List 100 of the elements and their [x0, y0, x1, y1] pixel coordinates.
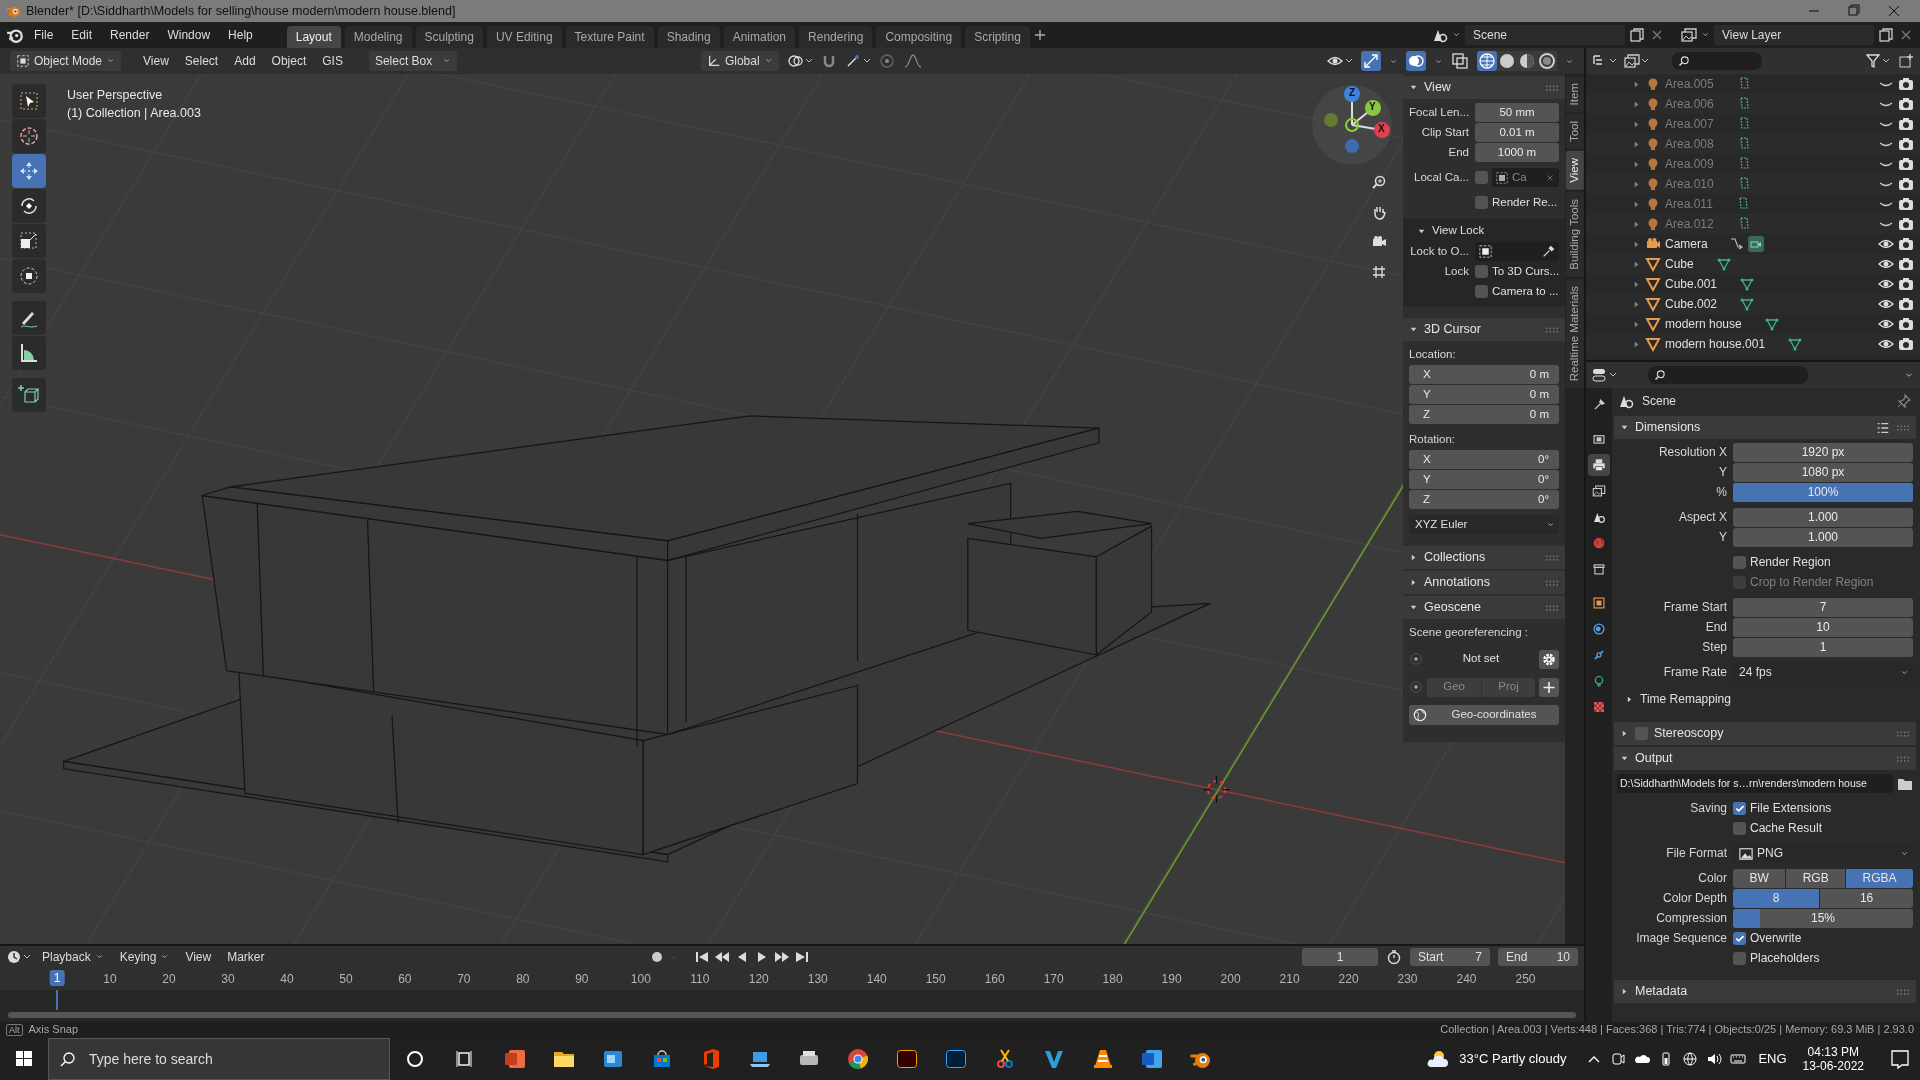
workspace-tab[interactable]: Scripting — [965, 25, 1030, 48]
menu-item[interactable]: GIS — [316, 50, 349, 72]
pin-icon[interactable] — [1896, 393, 1912, 409]
scrollbar[interactable] — [8, 1012, 1576, 1018]
option-button[interactable]: RGBA — [1846, 869, 1913, 888]
checkbox[interactable] — [1475, 196, 1488, 209]
rotate-tool-icon[interactable] — [12, 189, 46, 223]
add-button[interactable] — [1539, 677, 1559, 697]
menu-item[interactable]: Keying — [113, 946, 176, 968]
proportional-edit-icon[interactable] — [878, 53, 895, 69]
camera-data-icon[interactable] — [1747, 236, 1764, 252]
object-name[interactable]: Area.011 — [1665, 196, 1713, 212]
expand-arrow-icon[interactable] — [1620, 987, 1629, 996]
option-button[interactable]: 8 — [1733, 889, 1820, 908]
coordinate-field[interactable]: Y 0 m — [1409, 385, 1559, 404]
camera-icon[interactable] — [1898, 76, 1914, 92]
photo-app-icon[interactable] — [943, 1047, 968, 1071]
checkbox[interactable] — [1733, 822, 1746, 835]
list-icon[interactable] — [1876, 420, 1890, 435]
coordinate-field[interactable]: Z 0° — [1409, 490, 1559, 509]
mode-dropdown[interactable]: Object Mode — [10, 50, 122, 72]
option-button[interactable]: 16 — [1820, 889, 1913, 908]
checkbox-label[interactable]: To 3D Curs... — [1492, 264, 1560, 279]
camera-icon[interactable] — [1898, 216, 1914, 232]
camera-icon[interactable] — [1898, 136, 1914, 152]
checkbox-label[interactable]: Cache Result — [1750, 821, 1823, 836]
camera-icon[interactable] — [1898, 196, 1914, 212]
radio-label[interactable]: Not set — [1427, 652, 1535, 666]
object-name[interactable]: Area.012 — [1665, 216, 1714, 232]
workspace-tab[interactable]: Shading — [657, 25, 720, 48]
xray-icon[interactable] — [1451, 52, 1469, 70]
expand-arrow-icon[interactable] — [1409, 83, 1418, 92]
ruler-icon[interactable] — [12, 336, 46, 370]
panel-header[interactable]: Stereoscopy — [1614, 722, 1916, 745]
wireframe-shading-icon[interactable] — [1477, 51, 1497, 71]
action-button[interactable]: Geo-coordinates — [1409, 705, 1559, 725]
expand-arrow-icon[interactable] — [1409, 578, 1418, 587]
menu-item[interactable]: Playback — [36, 946, 110, 968]
panel-header[interactable]: 3D Cursor — [1403, 318, 1565, 341]
search-field[interactable]: Type here to search — [48, 1038, 390, 1080]
camera-icon[interactable] — [1898, 96, 1914, 112]
number-field[interactable]: 1.000 — [1733, 508, 1913, 527]
number-field[interactable]: 1 — [1733, 638, 1913, 657]
next-keyframe-icon[interactable] — [773, 949, 790, 965]
panel-header[interactable]: Geoscene — [1403, 596, 1565, 619]
copy-icon[interactable] — [1878, 27, 1894, 43]
expand-arrow-icon[interactable] — [1620, 754, 1629, 763]
panel-header[interactable]: Collections — [1403, 546, 1565, 569]
chevron-icon[interactable] — [1900, 849, 1909, 858]
expand-arrow-icon[interactable] — [1620, 729, 1629, 738]
scene-field[interactable]: Scene — [1465, 24, 1625, 46]
path-field[interactable]: D:\Siddharth\Models for s…rn\renders\modern house — [1617, 774, 1893, 793]
object-name[interactable]: modern house.001 — [1665, 336, 1766, 352]
dropdown[interactable]: XYZ Euler — [1409, 515, 1559, 534]
checkbox[interactable] — [1475, 285, 1488, 298]
checkbox[interactable] — [1475, 171, 1488, 184]
object-name[interactable]: Area.010 — [1665, 176, 1714, 192]
number-field[interactable]: 0.01 m — [1475, 123, 1559, 142]
menu-item[interactable]: View — [179, 946, 218, 968]
menu-item[interactable]: Window — [159, 24, 219, 46]
view-layer-field[interactable]: View Layer — [1714, 24, 1874, 46]
radio-button[interactable] — [1409, 652, 1423, 666]
camera-icon[interactable] — [1898, 176, 1914, 192]
object-name[interactable]: Area.008 — [1665, 136, 1714, 152]
browser-icon[interactable] — [845, 1047, 870, 1071]
object-mode-icon[interactable] — [16, 54, 30, 68]
expand-arrow-icon[interactable] — [1409, 603, 1418, 612]
select-box-tool-icon[interactable] — [12, 84, 46, 118]
transform-tool-icon[interactable] — [12, 259, 46, 293]
camera-icon[interactable] — [1898, 276, 1914, 292]
coordinate-field[interactable]: Y 0° — [1409, 470, 1559, 489]
mesh-data-icon[interactable] — [1763, 316, 1780, 332]
move-tool-icon[interactable] — [12, 154, 46, 188]
copy-icon[interactable] — [1629, 27, 1645, 43]
sidebar-tab[interactable]: Building Tools — [1565, 192, 1584, 277]
jump-start-icon[interactable] — [693, 949, 710, 965]
mesh-object-icon[interactable] — [1645, 256, 1661, 272]
clock-time[interactable]: 04:13 PM — [1807, 1044, 1859, 1059]
mesh-object-icon[interactable] — [1645, 296, 1661, 312]
checkbox[interactable] — [1733, 952, 1746, 965]
option-button[interactable]: RGB — [1786, 869, 1846, 888]
object-name[interactable]: modern house — [1665, 316, 1742, 332]
slider[interactable]: 100% — [1733, 483, 1913, 502]
chevron-icon[interactable] — [1900, 668, 1909, 677]
object-name[interactable]: Cube.002 — [1665, 296, 1718, 312]
mesh-object-icon[interactable] — [1645, 316, 1661, 332]
panel-header[interactable]: Output — [1614, 747, 1916, 770]
camera-icon[interactable] — [1898, 336, 1914, 352]
camera-icon[interactable] — [1898, 156, 1914, 172]
eyedropper-icon[interactable] — [1542, 245, 1555, 258]
workspace-tab[interactable]: UV Editing — [486, 25, 562, 48]
panel-header[interactable]: Dimensions — [1614, 416, 1916, 439]
object-name[interactable]: Cube — [1665, 256, 1694, 272]
checkbox-label[interactable]: Render Region — [1750, 555, 1831, 570]
axes-icon[interactable] — [706, 54, 721, 68]
printer-icon[interactable] — [1588, 454, 1610, 476]
start-frame-field[interactable]: Start 7 — [1410, 948, 1490, 966]
falloff-icon[interactable] — [902, 53, 923, 69]
mesh-object-icon[interactable] — [1645, 336, 1661, 352]
checkbox[interactable] — [1733, 802, 1746, 815]
